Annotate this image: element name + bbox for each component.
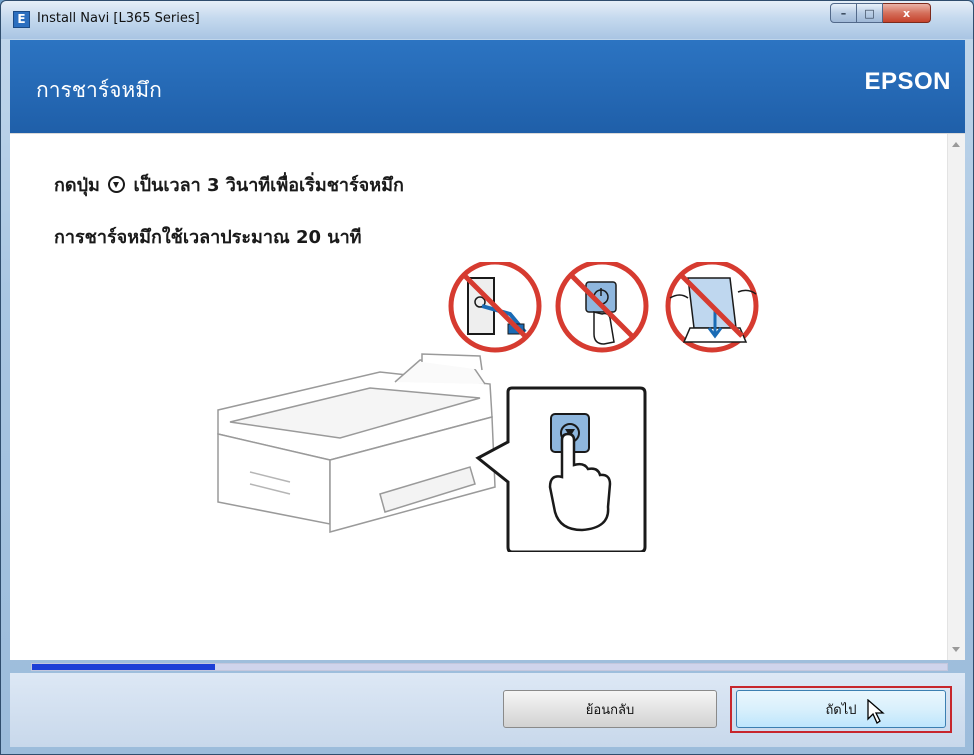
scroll-up-icon[interactable] [952, 142, 960, 147]
stop-button-icon [108, 176, 126, 193]
vertical-scrollbar[interactable] [947, 134, 965, 660]
window-controls: – □ x [830, 3, 931, 23]
progress-fill [32, 664, 215, 670]
do-not-load-paper-icon [665, 262, 759, 353]
do-not-press-power-icon [555, 262, 649, 353]
window-title: Install Navi [L365 Series] [37, 11, 200, 26]
progress-bar [31, 663, 948, 671]
maximize-button[interactable]: □ [857, 3, 883, 23]
page-title: การชาร์จหมึก [36, 78, 162, 102]
stop-button-callout [475, 386, 647, 552]
title-bar[interactable]: E Install Navi [L365 Series] [1, 1, 973, 39]
back-button[interactable]: ย้อนกลับ [503, 690, 717, 728]
installer-window: E Install Navi [L365 Series] – □ x การชา… [0, 0, 974, 755]
scroll-down-icon[interactable] [952, 647, 960, 652]
minimize-button[interactable]: – [830, 3, 857, 23]
do-not-unplug-icon [448, 262, 542, 353]
instruction-duration: การชาร์จหมึกใช้เวลาประมาณ 20 นาที [54, 227, 362, 248]
footer-bar: ย้อนกลับ ถัดไป [10, 673, 965, 747]
content-panel: กดปุ่ม เป็นเวลา 3 วินาทีเพื่อเริ่มชาร์จห… [10, 133, 965, 660]
close-button[interactable]: x [883, 3, 931, 23]
instruction-text-after: เป็นเวลา 3 วินาทีเพื่อเริ่มชาร์จหมึก [133, 175, 404, 196]
printer-illustration [217, 262, 759, 552]
next-button[interactable]: ถัดไป [736, 690, 946, 728]
instruction-press-button: กดปุ่ม เป็นเวลา 3 วินาทีเพื่อเริ่มชาร์จห… [54, 170, 404, 199]
app-icon: E [13, 11, 30, 28]
mouse-cursor-icon [867, 699, 885, 724]
page-header: การชาร์จหมึก EPSON [10, 40, 965, 133]
printer-icon [217, 353, 496, 533]
brand-logo: EPSON [864, 68, 951, 95]
instruction-text-before: กดปุ่ม [54, 175, 100, 196]
